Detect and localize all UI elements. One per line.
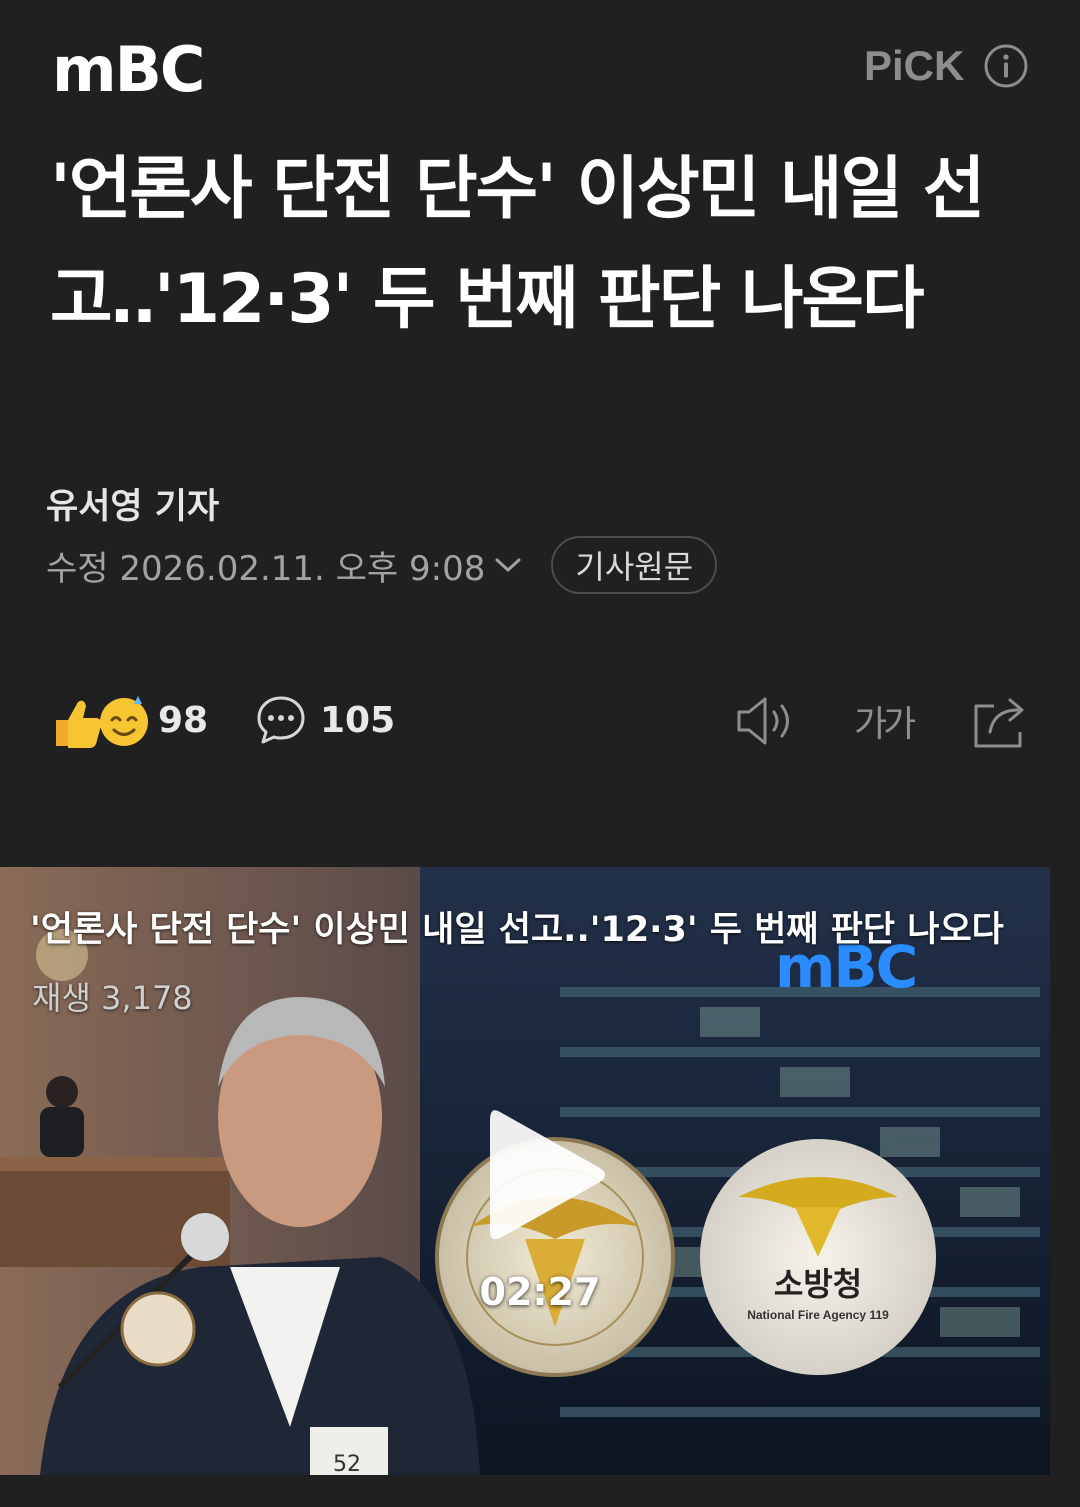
- reporter-name[interactable]: 유서영 기자: [46, 484, 219, 530]
- speaker-icon[interactable]: [736, 692, 796, 750]
- reaction-count: 98: [158, 699, 209, 741]
- fire-agency-sub: National Fire Agency 119: [747, 1308, 889, 1322]
- video-views: 재생 3,178: [32, 979, 193, 1017]
- font-size-label: 가가: [854, 704, 916, 745]
- mbc-logo[interactable]: mBC: [52, 39, 205, 101]
- thumbs-up-smile-emoji-icon: [56, 696, 148, 748]
- article-page: mBC PiCK '언론사 단전 단수' 이상민 내일 선고‥'12·3' 두 …: [0, 0, 1080, 1507]
- fire-agency-label: 소방청: [774, 1265, 862, 1303]
- play-icon[interactable]: [482, 1100, 612, 1250]
- comment-count: 105: [320, 699, 396, 741]
- video-duration: 02:27: [479, 1270, 601, 1314]
- font-size-icon[interactable]: 가가: [854, 692, 924, 750]
- pick-label: PiCK: [864, 42, 965, 89]
- info-icon[interactable]: [983, 43, 1029, 89]
- chevron-down-icon[interactable]: [493, 555, 523, 575]
- original-article-button[interactable]: 기사원문: [551, 536, 718, 594]
- comment-bubble-icon: [257, 696, 305, 744]
- article-headline: '언론사 단전 단수' 이상민 내일 선고‥'12·3' 두 번째 판단 나온다: [50, 150, 985, 339]
- reaction-button[interactable]: 98: [50, 690, 208, 750]
- nameplate-number: 52: [333, 1452, 361, 1475]
- video-player[interactable]: 52 소방청 National Fire Agency 119 mBC '언론사…: [0, 867, 1050, 1475]
- comment-button[interactable]: 105: [256, 690, 395, 750]
- date-row: 수정 2026.02.11. 오후 9:08 기사원문: [46, 536, 718, 594]
- modified-date: 수정 2026.02.11. 오후 9:08: [46, 548, 486, 589]
- video-title: '언론사 단전 단수' 이상민 내일 선고..'12·3' 두 번째 판단 나오…: [30, 910, 1004, 950]
- share-icon[interactable]: [970, 692, 1030, 750]
